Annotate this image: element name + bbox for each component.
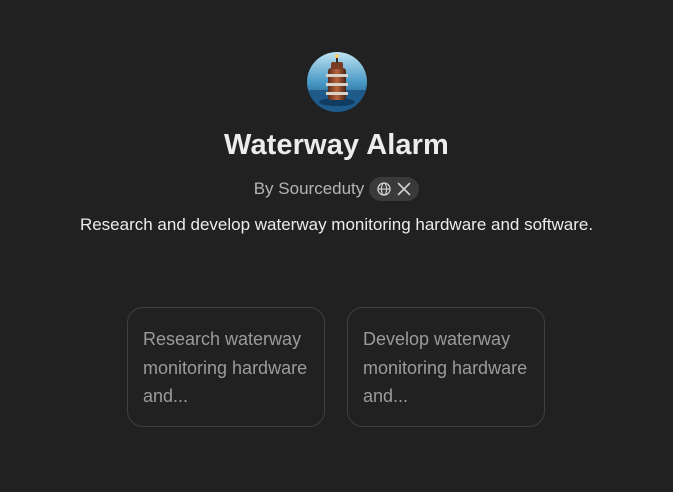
conversation-starter-label: Develop waterway monitoring hardware and… (363, 329, 528, 406)
author-row: By Sourceduty (0, 177, 673, 201)
gpt-avatar (307, 52, 367, 112)
social-links (369, 177, 420, 201)
buoy-tower-avatar-icon (307, 52, 367, 112)
conversation-starter-label: Research waterway monitoring hardware an… (143, 329, 308, 406)
x-logo-icon[interactable] (397, 182, 411, 196)
conversation-starter-2[interactable]: Develop waterway monitoring hardware and… (347, 307, 545, 427)
gpt-title: Waterway Alarm (224, 129, 449, 161)
conversation-starter-1[interactable]: Research waterway monitoring hardware an… (127, 307, 325, 427)
gpt-intro-page: Waterway Alarm By Sourceduty Research an… (0, 0, 673, 492)
author-name: By Sourceduty (253, 179, 365, 198)
globe-icon[interactable] (377, 182, 391, 196)
gpt-description: Research and develop waterway monitoring… (79, 215, 594, 234)
